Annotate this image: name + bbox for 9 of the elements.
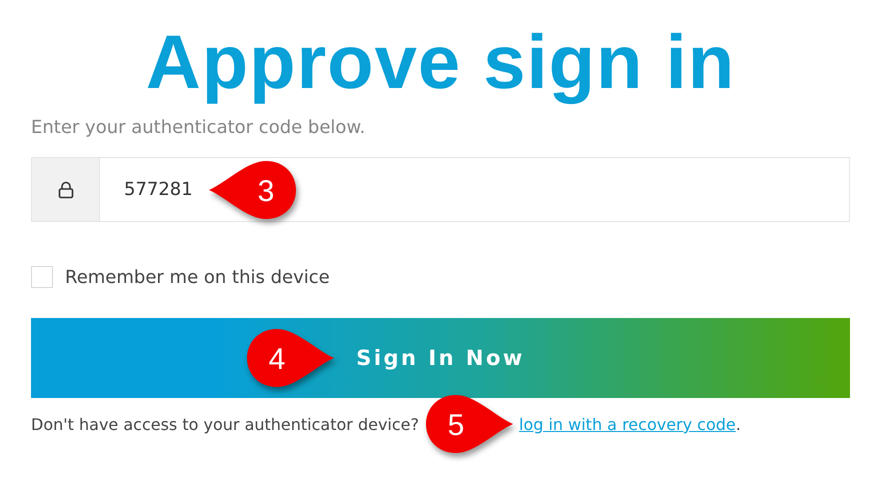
lock-icon: [56, 180, 76, 200]
callout-marker: 3: [207, 158, 299, 222]
callout-marker: 5: [423, 392, 515, 456]
instruction-text: Enter your authenticator code below.: [31, 116, 366, 140]
remember-label[interactable]: Remember me on this device: [65, 266, 330, 288]
callout-marker: 4: [244, 326, 336, 390]
remember-checkbox[interactable]: [31, 266, 53, 288]
code-field[interactable]: 577281 3: [31, 157, 850, 222]
page-title: Approve sign in: [144, 19, 736, 107]
